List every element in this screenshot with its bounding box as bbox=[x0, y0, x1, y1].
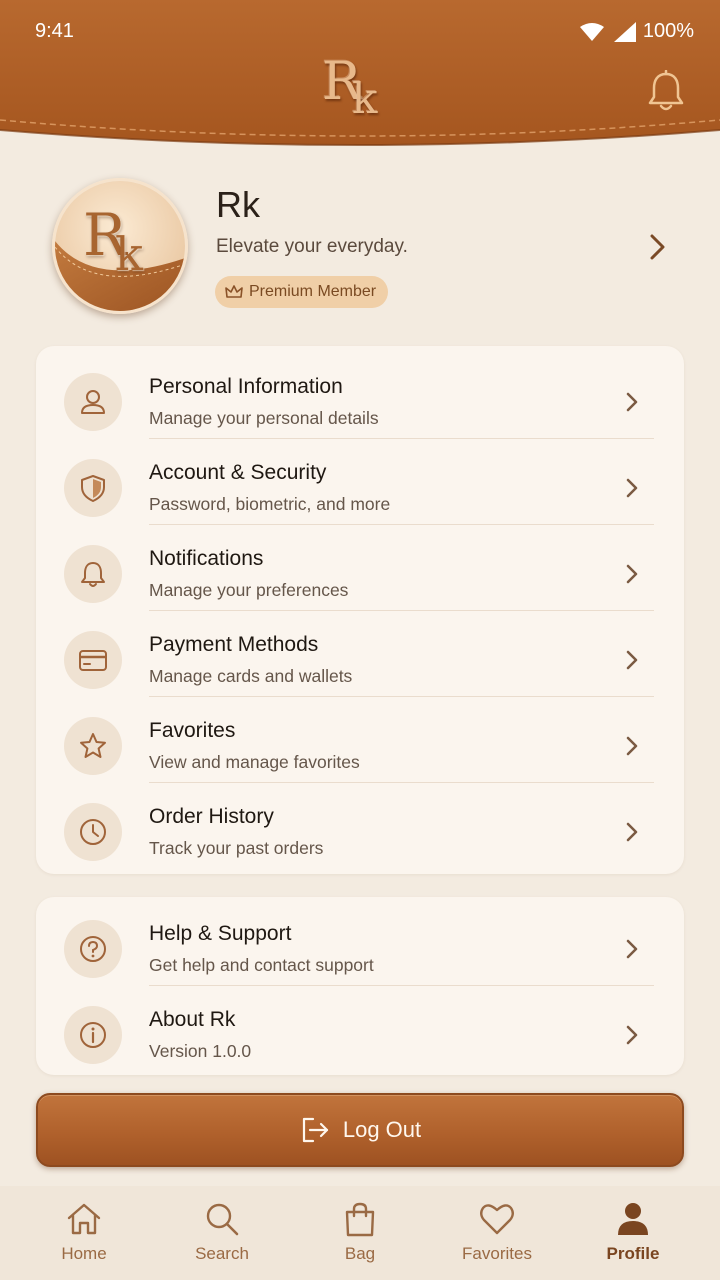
chevron-right-icon bbox=[626, 939, 638, 959]
status-indicators: 100% bbox=[579, 20, 694, 43]
question-icon bbox=[80, 936, 106, 962]
chevron-right-icon[interactable] bbox=[648, 232, 668, 262]
icon-container bbox=[64, 373, 122, 431]
bell-icon bbox=[81, 562, 105, 587]
menu-item-title: About Rk bbox=[149, 1008, 236, 1031]
menu-item-title: Payment Methods bbox=[149, 633, 319, 656]
nav-label: Bag bbox=[344, 1244, 376, 1263]
info-icon bbox=[80, 1022, 106, 1048]
menu-item-subtitle: Manage cards and wallets bbox=[149, 666, 353, 686]
shield-icon bbox=[81, 475, 105, 502]
chevron-right-icon bbox=[626, 822, 638, 842]
nav-favorites[interactable]: Favorites bbox=[437, 1200, 557, 1264]
profile-tagline: Elevate your everyday. bbox=[216, 236, 408, 257]
star-icon bbox=[80, 733, 106, 758]
menu-item-subtitle: Password, biometric, and more bbox=[149, 494, 391, 514]
menu-item-help-support[interactable]: Help & Support Get help and contact supp… bbox=[36, 900, 684, 986]
menu-item-payment-methods[interactable]: Payment Methods Manage cards and wallets bbox=[36, 611, 684, 697]
chevron-right-icon bbox=[626, 478, 638, 498]
home-icon bbox=[67, 1203, 101, 1235]
menu-item-account-security[interactable]: Account & Security Password, biometric, … bbox=[36, 439, 684, 525]
profile-summary[interactable]: Rk Rk Elevate your everyday. Premium Mem… bbox=[52, 178, 682, 318]
chevron-right-icon bbox=[626, 564, 638, 584]
menu-item-favorites[interactable]: Favorites View and manage favorites bbox=[36, 697, 684, 783]
menu-item-subtitle: Version 1.0.0 bbox=[149, 1041, 252, 1061]
logout-icon bbox=[302, 1117, 328, 1143]
icon-container bbox=[64, 803, 122, 861]
menu-item-subtitle: Manage your preferences bbox=[149, 580, 349, 600]
icon-container bbox=[64, 545, 122, 603]
badge-label: Premium Member bbox=[249, 283, 377, 300]
logout-label: Log Out bbox=[342, 1117, 422, 1142]
heart-icon bbox=[480, 1204, 514, 1235]
signal-icon bbox=[613, 21, 636, 42]
logout-button[interactable]: Log Out bbox=[36, 1093, 684, 1167]
user-icon bbox=[81, 390, 105, 414]
account-menu-card: Personal Information Manage your persona… bbox=[36, 346, 684, 874]
notification-bell-icon[interactable] bbox=[646, 70, 686, 114]
menu-item-personal-information[interactable]: Personal Information Manage your persona… bbox=[36, 353, 684, 439]
menu-item-title: Notifications bbox=[149, 547, 264, 570]
menu-item-title: Account & Security bbox=[149, 461, 327, 484]
menu-item-subtitle: Manage your personal details bbox=[149, 408, 379, 428]
credit-card-icon bbox=[79, 650, 107, 671]
avatar[interactable]: Rk bbox=[52, 178, 188, 314]
nav-profile[interactable]: Profile bbox=[573, 1200, 693, 1264]
chevron-right-icon bbox=[626, 736, 638, 756]
wifi-icon bbox=[579, 22, 604, 41]
menu-item-title: Help & Support bbox=[149, 922, 292, 945]
chevron-right-icon bbox=[626, 1025, 638, 1045]
nav-bag[interactable]: Bag bbox=[300, 1200, 420, 1264]
battery-level: 100% bbox=[642, 20, 694, 42]
menu-item-subtitle: View and manage favorites bbox=[149, 752, 360, 772]
search-icon bbox=[206, 1203, 239, 1236]
icon-container bbox=[64, 717, 122, 775]
icon-container bbox=[64, 1006, 122, 1064]
support-menu-card: Help & Support Get help and contact supp… bbox=[36, 897, 684, 1075]
chevron-right-icon bbox=[626, 392, 638, 412]
icon-container bbox=[64, 459, 122, 517]
status-time: 9:41 bbox=[35, 20, 74, 42]
brand-logo: Rk bbox=[322, 52, 378, 123]
bag-icon bbox=[345, 1202, 375, 1237]
profile-icon bbox=[618, 1203, 648, 1235]
crown-icon bbox=[225, 285, 243, 298]
nav-home[interactable]: Home bbox=[24, 1200, 144, 1264]
nav-label: Profile bbox=[606, 1244, 660, 1263]
chevron-right-icon bbox=[626, 650, 638, 670]
menu-item-order-history[interactable]: Order History Track your past orders bbox=[36, 783, 684, 869]
menu-item-title: Personal Information bbox=[149, 375, 343, 398]
menu-item-title: Favorites bbox=[149, 719, 236, 742]
app-header: 9:41 100% Rk bbox=[0, 0, 720, 150]
menu-item-notifications[interactable]: Notifications Manage your preferences bbox=[36, 525, 684, 611]
icon-container bbox=[64, 631, 122, 689]
icon-container bbox=[64, 920, 122, 978]
bottom-navigation: Home Search Bag Favorites Profile bbox=[0, 1186, 720, 1280]
menu-item-subtitle: Track your past orders bbox=[149, 838, 324, 858]
nav-label: Favorites bbox=[462, 1244, 532, 1263]
nav-search[interactable]: Search bbox=[162, 1200, 282, 1264]
menu-item-subtitle: Get help and contact support bbox=[149, 955, 374, 975]
menu-item-title: Order History bbox=[149, 805, 274, 828]
nav-label: Home bbox=[61, 1244, 107, 1263]
nav-label: Search bbox=[195, 1244, 249, 1263]
menu-item-about[interactable]: About Rk Version 1.0.0 bbox=[36, 986, 684, 1072]
profile-name: Rk bbox=[216, 184, 260, 225]
clock-icon bbox=[80, 819, 106, 845]
status-badge: Premium Member bbox=[215, 276, 389, 308]
